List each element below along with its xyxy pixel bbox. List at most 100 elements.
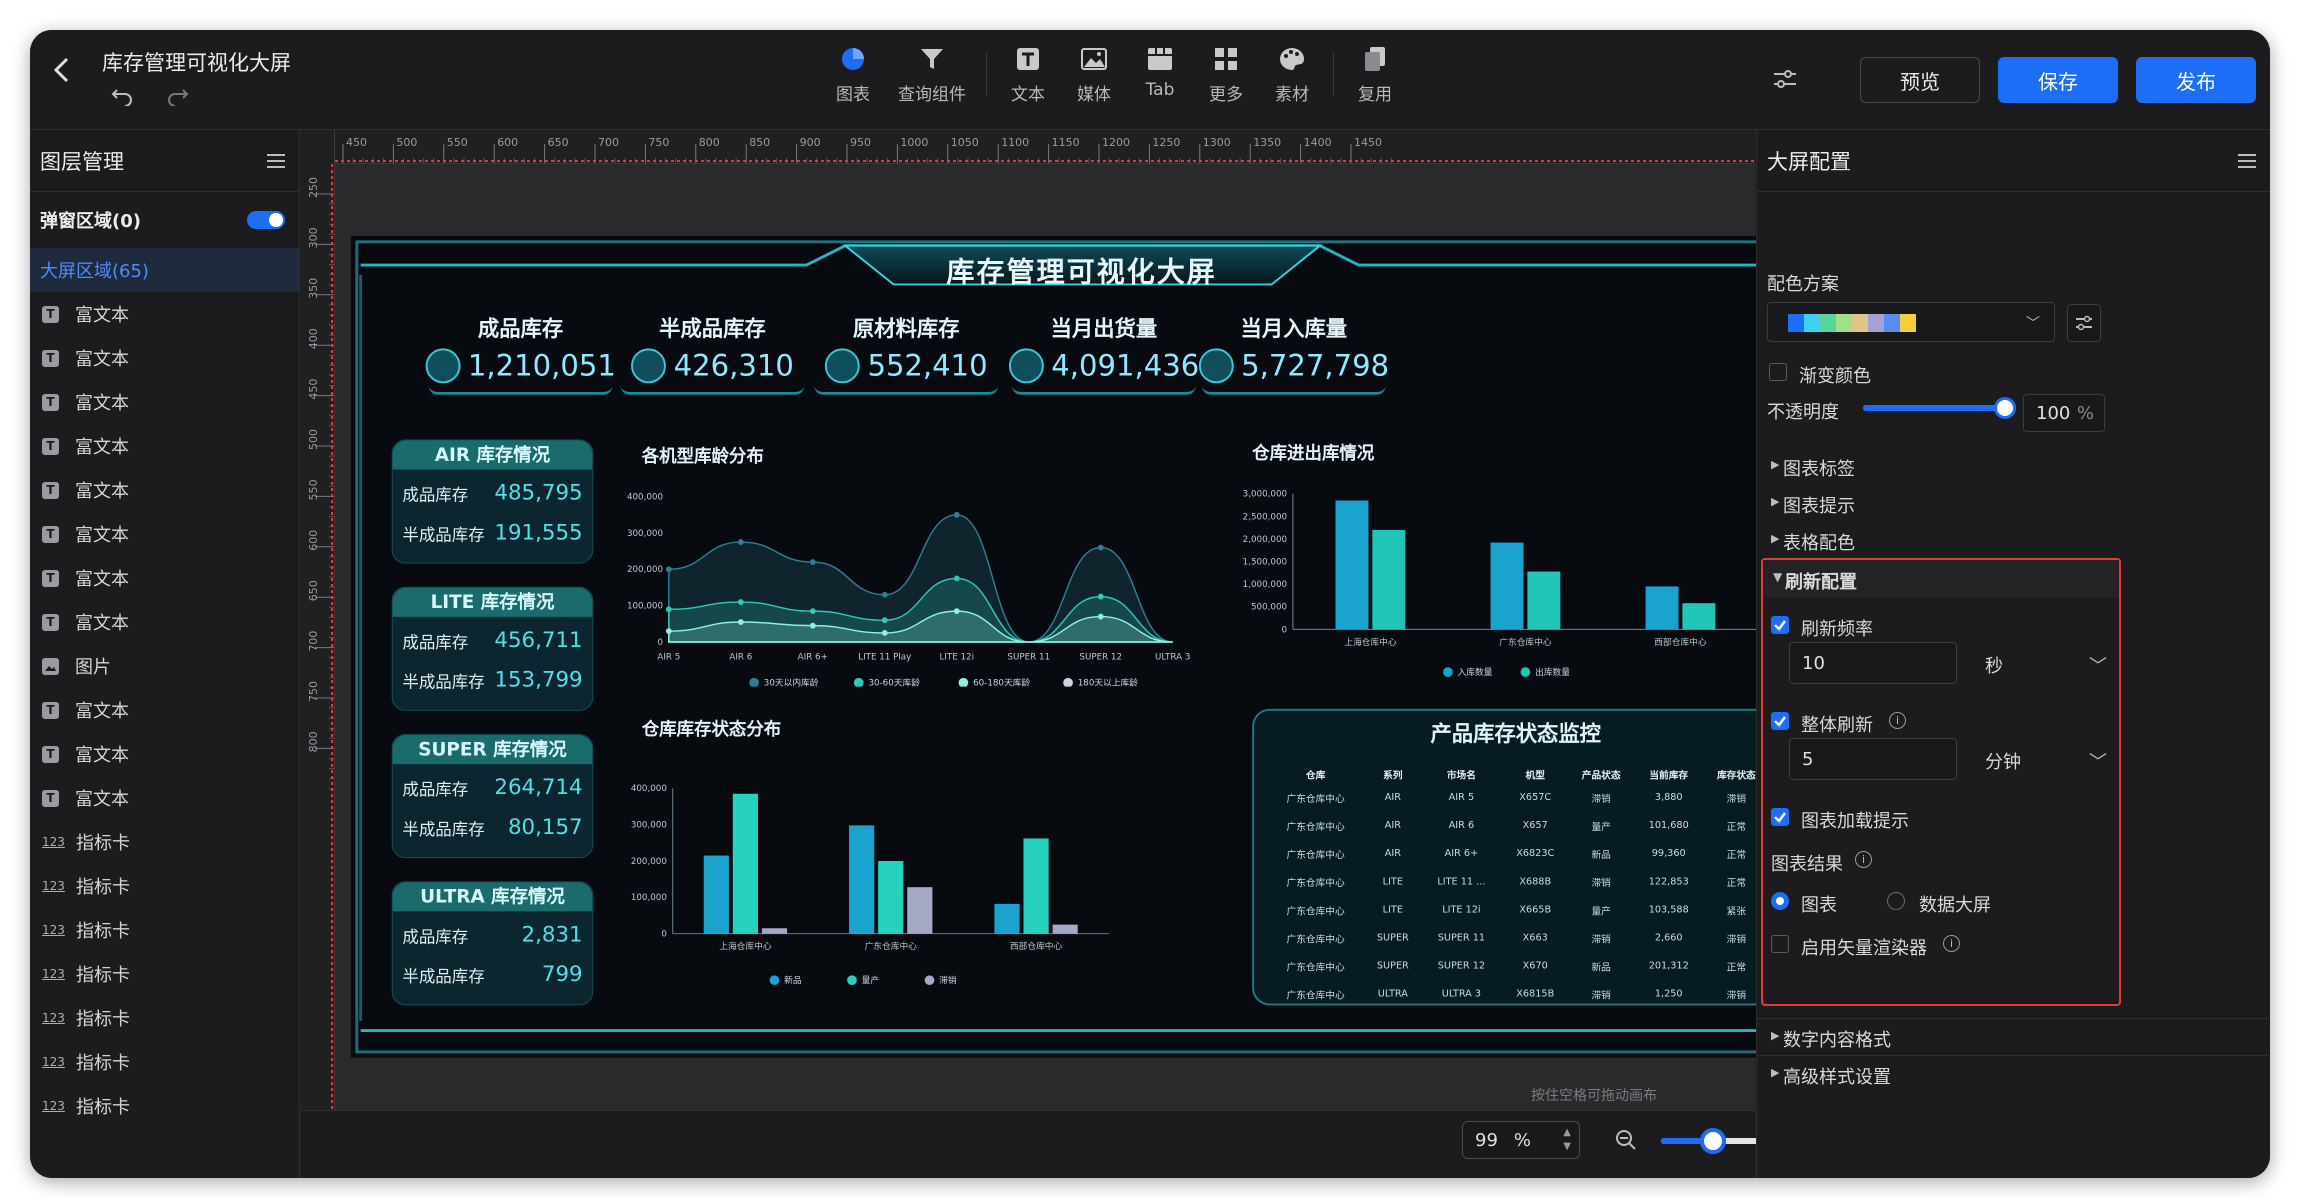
tool-query[interactable]: 查询组件 bbox=[886, 44, 978, 105]
loading-hint-checkbox[interactable] bbox=[1771, 808, 1789, 826]
layer-item[interactable]: 123 指标卡 bbox=[30, 864, 299, 908]
data-point[interactable] bbox=[665, 566, 672, 573]
data-point[interactable] bbox=[881, 630, 888, 636]
tool-text[interactable]: 文本 bbox=[995, 44, 1061, 105]
tool-reuse[interactable]: 复用 bbox=[1342, 44, 1408, 105]
bar[interactable] bbox=[994, 903, 1020, 934]
bar[interactable] bbox=[1682, 603, 1716, 630]
tool-more[interactable]: 更多 bbox=[1193, 44, 1259, 105]
layer-item[interactable]: 图片 bbox=[30, 644, 299, 688]
layer-item[interactable]: T 富文本 bbox=[30, 468, 299, 512]
warehouse-flow-chart[interactable]: 3,000,000 2,500,000 2,000,000 1,500,000 1,00… bbox=[1223, 478, 1804, 681]
refresh-freq-input[interactable]: 10 bbox=[1789, 642, 1957, 684]
whole-refresh-input[interactable]: 5 bbox=[1789, 738, 1957, 780]
bar[interactable] bbox=[907, 887, 933, 934]
data-point[interactable] bbox=[953, 575, 960, 582]
data-point[interactable] bbox=[809, 608, 816, 615]
tool-tab[interactable]: Tab bbox=[1127, 44, 1193, 100]
zoom-slider-handle[interactable] bbox=[1700, 1128, 1726, 1154]
bar[interactable] bbox=[1372, 529, 1406, 630]
opacity-input[interactable]: 100 % bbox=[2023, 394, 2105, 432]
model-stock-card[interactable]: ULTRA 库存情况 成品库存 2,831 半成品库存 799 bbox=[391, 881, 594, 1006]
config-group-row[interactable]: ▶ 图表标签 bbox=[1757, 448, 2269, 485]
tool-media[interactable]: 媒体 bbox=[1061, 44, 1127, 105]
refresh-freq-checkbox[interactable] bbox=[1771, 616, 1789, 634]
table-row[interactable]: 广东仓库中心 LITE LITE 12i X665B 量产 103,588 紧张 bbox=[1266, 896, 1770, 924]
opacity-slider-handle[interactable] bbox=[1994, 397, 2016, 419]
data-point[interactable] bbox=[953, 608, 960, 615]
model-stock-card[interactable]: AIR 库存情况 成品库存 485,795 半成品库存 191,555 bbox=[391, 439, 594, 564]
data-point[interactable] bbox=[1097, 544, 1104, 551]
layer-item[interactable]: 123 指标卡 bbox=[30, 996, 299, 1040]
data-point[interactable] bbox=[665, 628, 672, 635]
bar[interactable] bbox=[703, 855, 729, 934]
whole-refresh-unit[interactable]: 分钟 bbox=[1985, 748, 2021, 774]
info-icon[interactable]: i bbox=[1943, 935, 1960, 952]
table-row[interactable]: 广东仓库中心 SUPER SUPER 11 X663 滞销 2,660 滞销 bbox=[1266, 924, 1770, 952]
color-settings-button[interactable] bbox=[2067, 304, 2101, 342]
table-row[interactable]: 广东仓库中心 LITE LITE 11 ... X688B 滞销 122,853 正常 bbox=[1266, 868, 1770, 896]
save-button[interactable]: 保存 bbox=[1998, 57, 2118, 103]
config-group-row[interactable]: ▶ 高级样式设置 bbox=[1757, 1055, 2269, 1092]
layer-item[interactable]: 123 指标卡 bbox=[30, 820, 299, 864]
layer-item[interactable]: T 富文本 bbox=[30, 732, 299, 776]
table-row[interactable]: 广东仓库中心 AIR AIR 6 X657 量产 101,680 正常 bbox=[1266, 812, 1770, 840]
layer-item[interactable]: 123 指标卡 bbox=[30, 1040, 299, 1084]
color-scheme-select[interactable]: ﹀ bbox=[1767, 302, 2055, 342]
kpi-card[interactable]: 原材料库存 552,410 bbox=[804, 312, 1007, 395]
kpi-card[interactable]: 当月出货量 4,091,436 bbox=[1002, 312, 1205, 395]
kpi-card[interactable]: 当月入库量 5,727,798 bbox=[1192, 312, 1395, 395]
model-stock-card[interactable]: LITE 库存情况 成品库存 456,711 半成品库存 153,799 bbox=[391, 586, 594, 711]
age-distribution-chart[interactable]: 400,000 300,000 200,000 100,000 0 AIR 5 AIR 6 A… bbox=[613, 483, 1194, 687]
back-arrow-icon[interactable] bbox=[44, 50, 80, 90]
layer-item[interactable]: T 富文本 bbox=[30, 512, 299, 556]
layer-item[interactable]: T 富文本 bbox=[30, 600, 299, 644]
bar[interactable] bbox=[1527, 571, 1561, 630]
bar[interactable] bbox=[1645, 586, 1679, 630]
data-point[interactable] bbox=[809, 559, 816, 565]
radio-chart-selected[interactable] bbox=[1771, 892, 1789, 910]
model-stock-card[interactable]: SUPER 库存情况 成品库存 264,714 半成品库存 80,157 bbox=[391, 734, 594, 859]
info-icon[interactable]: i bbox=[1889, 712, 1906, 729]
popup-area-toggle[interactable] bbox=[247, 211, 285, 229]
list-menu-icon[interactable] bbox=[267, 153, 285, 168]
zoom-input[interactable]: 99 % ▲ ▼ bbox=[1462, 1121, 1580, 1159]
bar[interactable] bbox=[849, 825, 875, 934]
list-menu-icon[interactable] bbox=[2238, 153, 2256, 168]
layer-item[interactable]: T 富文本 bbox=[30, 688, 299, 732]
refresh-freq-unit[interactable]: 秒 bbox=[1985, 652, 2003, 678]
data-point[interactable] bbox=[737, 599, 744, 605]
data-point[interactable] bbox=[665, 606, 672, 613]
layer-item[interactable]: T 富文本 bbox=[30, 556, 299, 600]
data-point[interactable] bbox=[1097, 613, 1104, 620]
radio-screen[interactable] bbox=[1887, 892, 1905, 910]
redo-icon[interactable] bbox=[164, 82, 192, 110]
layer-item[interactable]: 123 指标卡 bbox=[30, 908, 299, 952]
table-row[interactable]: 广东仓库中心 ULTRA ULTRA 3 X6815B 滞销 1,250 滞销 bbox=[1266, 980, 1770, 1008]
screen-area-row[interactable]: 大屏区域(65) bbox=[30, 248, 299, 292]
tool-material[interactable]: 素材 bbox=[1259, 44, 1325, 105]
bar[interactable] bbox=[1490, 542, 1524, 630]
vector-renderer-checkbox[interactable] bbox=[1771, 935, 1789, 953]
bar[interactable] bbox=[732, 793, 758, 934]
editor-canvas[interactable]: 450 500 550 600 650 700 750 800 850 900 950 1000 105… bbox=[301, 130, 1894, 1178]
zoom-out-icon[interactable] bbox=[1613, 1127, 1639, 1153]
data-point[interactable] bbox=[953, 511, 960, 518]
popup-area-row[interactable]: 弹窗区域(0) bbox=[30, 192, 299, 248]
whole-refresh-checkbox[interactable] bbox=[1771, 712, 1789, 730]
publish-button[interactable]: 发布 bbox=[2136, 57, 2256, 103]
config-group-row[interactable]: ▶ 数字内容格式 bbox=[1757, 1018, 2269, 1055]
preview-button[interactable]: 预览 bbox=[1860, 57, 1980, 103]
data-point[interactable] bbox=[737, 619, 744, 625]
bar[interactable] bbox=[878, 861, 904, 934]
stepper-arrows-icon[interactable]: ▲ ▼ bbox=[1563, 1126, 1571, 1154]
warehouse-status-chart[interactable]: 400,000 300,000 200,000 100,000 0 上海仓库中心 广东仓库中… bbox=[613, 759, 1194, 992]
bar[interactable] bbox=[1023, 838, 1049, 934]
table-row[interactable]: 广东仓库中心 AIR AIR 6+ X6823C 新品 99,360 正常 bbox=[1266, 840, 1770, 868]
gradient-checkbox[interactable] bbox=[1769, 363, 1787, 381]
layer-item[interactable]: 123 指标卡 bbox=[30, 1084, 299, 1128]
layer-item[interactable]: T 富文本 bbox=[30, 424, 299, 468]
config-group-row[interactable]: ▶ 图表提示 bbox=[1757, 485, 2269, 522]
data-point[interactable] bbox=[809, 622, 816, 629]
bar[interactable] bbox=[1052, 924, 1078, 934]
